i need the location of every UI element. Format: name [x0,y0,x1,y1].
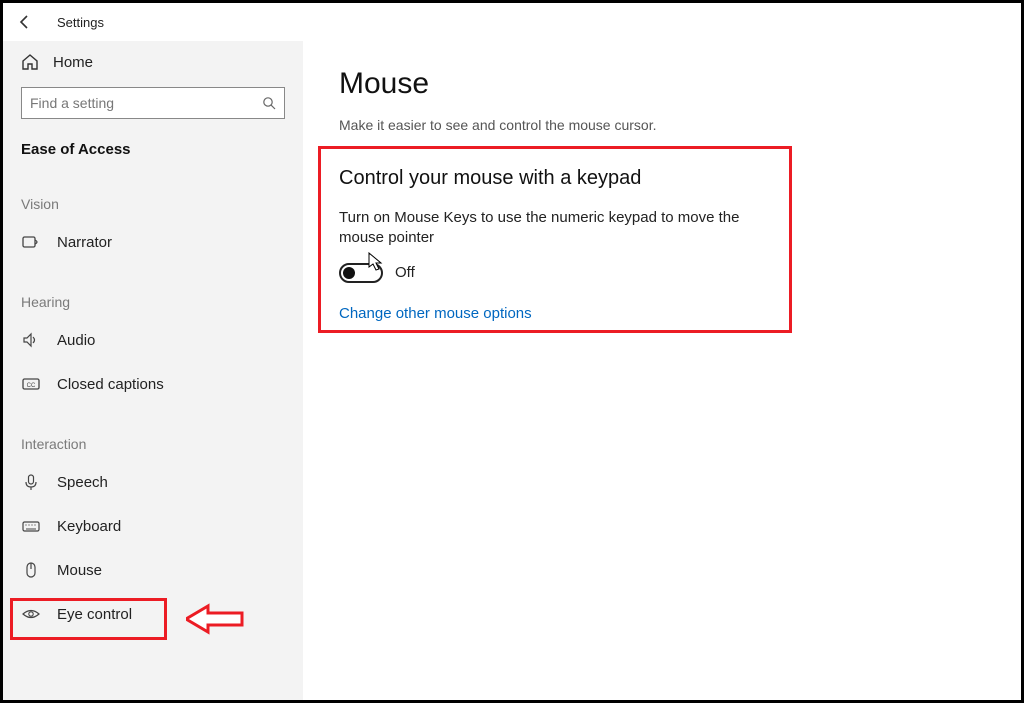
group-hearing: Hearing [3,264,303,318]
main-panel: Mouse Make it easier to see and control … [303,41,1021,700]
sidebar-item-label: Closed captions [57,376,164,393]
sidebar-item-label: Speech [57,474,108,491]
search-placeholder: Find a setting [30,95,114,111]
sidebar-item-label: Keyboard [57,518,121,535]
back-icon[interactable] [17,14,35,30]
page-subtitle: Make it easier to see and control the mo… [339,117,985,133]
sidebar-item-audio[interactable]: Audio [3,318,303,362]
settings-window: Settings Home Find a setting Ease of Acc… [0,0,1024,703]
sidebar-item-label: Mouse [57,562,102,579]
sidebar-item-speech[interactable]: Speech [3,460,303,504]
sidebar-item-eye-control[interactable]: Eye control [3,592,303,636]
home-label: Home [53,54,93,71]
sidebar: Home Find a setting Ease of Access Visio… [3,41,303,700]
section-desc: Turn on Mouse Keys to use the numeric ke… [339,208,769,249]
sidebar-item-label: Eye control [57,606,132,623]
search-wrap: Find a setting [3,83,303,131]
titlebar: Settings [3,3,1021,41]
eye-icon [21,604,41,624]
sidebar-item-keyboard[interactable]: Keyboard [3,504,303,548]
sidebar-item-mouse[interactable]: Mouse [3,548,303,592]
mouse-keys-toggle[interactable] [339,263,383,283]
sidebar-item-label: Narrator [57,234,112,251]
cc-icon: CC [21,374,41,394]
toggle-state-label: Off [395,264,415,281]
audio-icon [21,330,41,350]
svg-text:CC: CC [27,383,36,389]
keyboard-icon [21,516,41,536]
mic-icon [21,472,41,492]
sidebar-home[interactable]: Home [3,41,303,83]
sidebar-item-label: Audio [57,332,95,349]
sidebar-section-title: Ease of Access [3,131,303,166]
window-title: Settings [57,15,104,30]
toggle-knob [343,267,355,279]
change-mouse-options-link[interactable]: Change other mouse options [339,305,985,322]
narrator-icon [21,232,41,252]
group-interaction: Interaction [3,406,303,460]
search-icon [262,96,276,110]
sidebar-item-narrator[interactable]: Narrator [3,220,303,264]
home-icon [21,53,39,71]
mouse-icon [21,560,41,580]
mouse-keys-toggle-row: Off [339,263,985,283]
section-heading: Control your mouse with a keypad [339,167,985,190]
page-title: Mouse [339,67,985,101]
sidebar-item-closed-captions[interactable]: CC Closed captions [3,362,303,406]
group-vision: Vision [3,166,303,220]
content-area: Home Find a setting Ease of Access Visio… [3,41,1021,700]
search-input[interactable]: Find a setting [21,87,285,119]
